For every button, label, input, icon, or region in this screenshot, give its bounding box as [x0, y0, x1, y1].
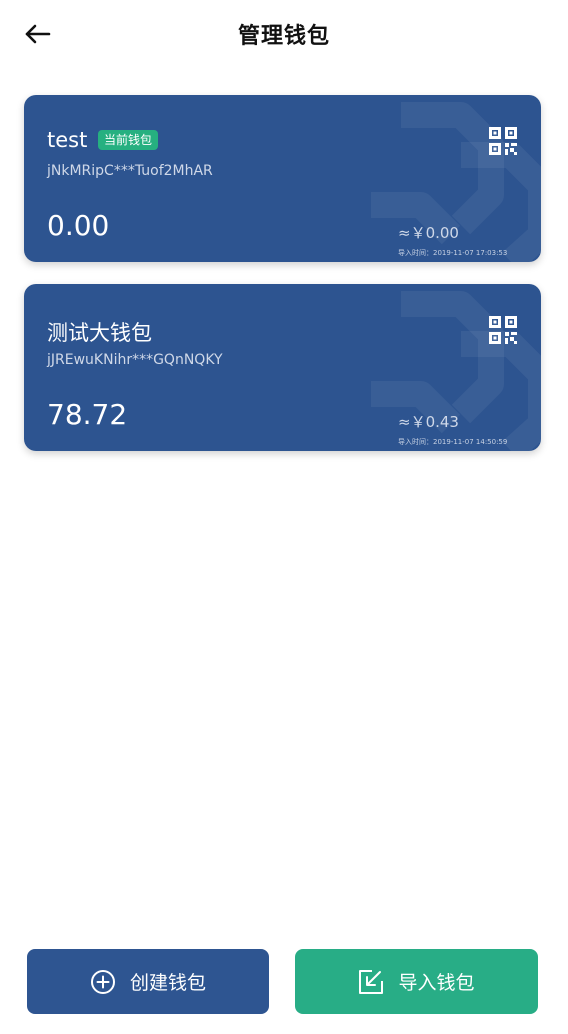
create-wallet-label: 创建钱包 — [129, 972, 206, 994]
wallet-name: 测试大钱包 — [47, 321, 152, 345]
create-wallet-button[interactable]: 创建钱包 — [27, 949, 269, 1014]
import-wallet-button[interactable]: 导入钱包 — [295, 949, 538, 1014]
qr-code-icon[interactable] — [488, 315, 518, 345]
import-wallet-label: 导入钱包 — [398, 972, 475, 994]
import-icon — [358, 969, 384, 995]
wallet-name: test — [47, 128, 88, 152]
wallet-address: jNkMRipC***Tuof2MhAR — [47, 163, 213, 179]
qr-code-icon[interactable] — [488, 126, 518, 156]
wallet-fiat-value: ≈￥0.00 — [398, 224, 459, 242]
wallet-card[interactable]: 测试大钱包 jJREwuKNihr***GQnNQKY 78.72 ≈￥0.43… — [24, 284, 541, 451]
wallet-card[interactable]: test 当前钱包 jNkMRipC***Tuof2MhAR 0.00 ≈￥0.… — [24, 95, 541, 262]
page-title: 管理钱包 — [237, 24, 330, 49]
wallet-import-time: 导入时间：2019-11-07 17:03:53 — [398, 249, 508, 257]
header: 管理钱包 — [0, 0, 568, 70]
wallet-balance: 78.72 — [47, 398, 128, 431]
wallet-balance: 0.00 — [47, 209, 110, 242]
wallet-import-time: 导入时间：2019-11-07 14:50:59 — [398, 438, 508, 446]
plus-circle-icon — [90, 969, 116, 995]
wallet-address: jJREwuKNihr***GQnNQKY — [47, 352, 223, 368]
wallet-fiat-value: ≈￥0.43 — [398, 413, 459, 431]
current-wallet-badge: 当前钱包 — [98, 130, 159, 150]
